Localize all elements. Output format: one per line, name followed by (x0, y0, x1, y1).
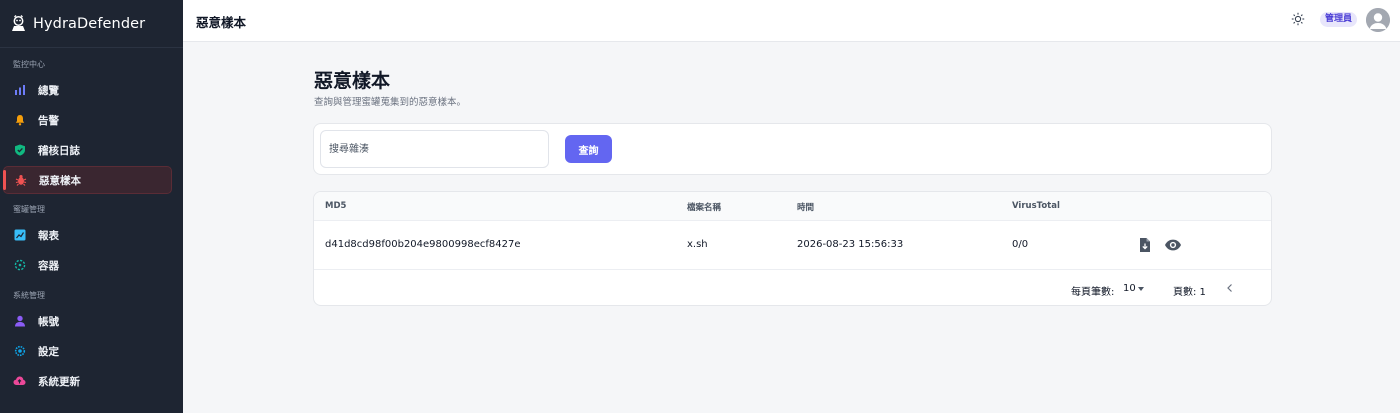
topbar-title: 惡意樣本 (196, 15, 247, 30)
user-icon (13, 315, 26, 328)
hydra-logo-icon (10, 15, 27, 32)
sidebar: HydraDefender 監控中心 總覽 告警 稽核日誌 惡意樣本 蜜罐管理 (0, 0, 183, 413)
cell-filename: x.sh (687, 239, 708, 250)
column-header-time[interactable]: 時間 (797, 201, 814, 213)
eye-icon[interactable] (1164, 237, 1182, 253)
column-header-filename[interactable]: 檔案名稱 (687, 201, 721, 213)
search-card: 查詢 (313, 123, 1272, 175)
bug-icon (14, 174, 27, 187)
search-input[interactable] (320, 130, 549, 168)
download-file-icon[interactable] (1137, 237, 1153, 253)
avatar[interactable] (1366, 8, 1390, 32)
sidebar-item-label: 告警 (38, 114, 59, 127)
sidebar-item-system-update[interactable]: 系統更新 (3, 367, 172, 395)
rows-per-page-select[interactable]: 10 (1123, 283, 1136, 294)
sidebar-item-label: 系統更新 (38, 375, 80, 388)
sidebar-item-overview[interactable]: 總覽 (3, 76, 172, 104)
bar-chart-icon (13, 84, 26, 97)
chevron-left-icon[interactable] (1224, 281, 1236, 295)
section-title-honeypot: 蜜罐管理 (13, 205, 45, 214)
container-icon (13, 259, 26, 272)
table-row: d41d8cd98f00b204e9800998ecf8427e x.sh 20… (314, 221, 1271, 270)
cell-time: 2026-08-23 15:56:33 (797, 239, 904, 250)
sidebar-item-label: 稽核日誌 (38, 144, 80, 157)
sidebar-item-reports[interactable]: 報表 (3, 221, 172, 249)
samples-table: MD5 檔案名稱 時間 VirusTotal d41d8cd98f00b204e… (313, 191, 1272, 306)
section-title-monitor: 監控中心 (13, 60, 45, 69)
cell-md5: d41d8cd98f00b204e9800998ecf8427e (325, 239, 521, 250)
chart-report-icon (13, 229, 26, 242)
sidebar-item-containers[interactable]: 容器 (3, 251, 172, 279)
sidebar-item-alerts[interactable]: 告警 (3, 106, 172, 134)
sidebar-item-label: 惡意樣本 (39, 174, 81, 187)
table-header: MD5 檔案名稱 時間 VirusTotal (314, 192, 1271, 221)
sun-icon[interactable] (1291, 12, 1305, 26)
rows-per-page-label: 每頁筆數: (1071, 287, 1115, 298)
column-header-md5[interactable]: MD5 (325, 201, 346, 211)
sidebar-item-settings[interactable]: 設定 (3, 337, 172, 365)
sidebar-item-label: 帳號 (38, 315, 59, 328)
chevron-down-icon[interactable] (1138, 287, 1144, 291)
column-header-virustotal[interactable]: VirusTotal (1012, 201, 1060, 211)
page-indicator: 頁數: 1 (1173, 287, 1206, 298)
shield-check-icon (13, 144, 26, 157)
sidebar-item-label: 報表 (38, 229, 59, 242)
settings-icon (13, 345, 26, 358)
sidebar-item-label: 容器 (38, 259, 59, 272)
page-title: 惡意樣本 (314, 70, 391, 92)
bell-icon (13, 114, 26, 127)
role-badge: 管理員 (1320, 12, 1358, 27)
sidebar-item-audit-log[interactable]: 稽核日誌 (3, 136, 172, 164)
sidebar-item-label: 設定 (38, 345, 59, 358)
brand[interactable]: HydraDefender (0, 0, 183, 48)
sidebar-item-malware-samples[interactable]: 惡意樣本 (3, 166, 172, 194)
cloud-upload-icon (13, 375, 26, 388)
section-title-system: 系統管理 (13, 291, 45, 300)
query-button[interactable]: 查詢 (565, 135, 612, 163)
sidebar-item-accounts[interactable]: 帳號 (3, 307, 172, 335)
sidebar-item-label: 總覽 (38, 84, 59, 97)
page-description: 查詢與管理蜜罐蒐集到的惡意樣本。 (314, 97, 467, 108)
app-name: HydraDefender (33, 15, 146, 32)
cell-virustotal: 0/0 (1012, 239, 1029, 250)
pagination: 每頁筆數: 10 頁數: 1 (314, 270, 1271, 305)
topbar: 惡意樣本 管理員 (183, 0, 1400, 42)
